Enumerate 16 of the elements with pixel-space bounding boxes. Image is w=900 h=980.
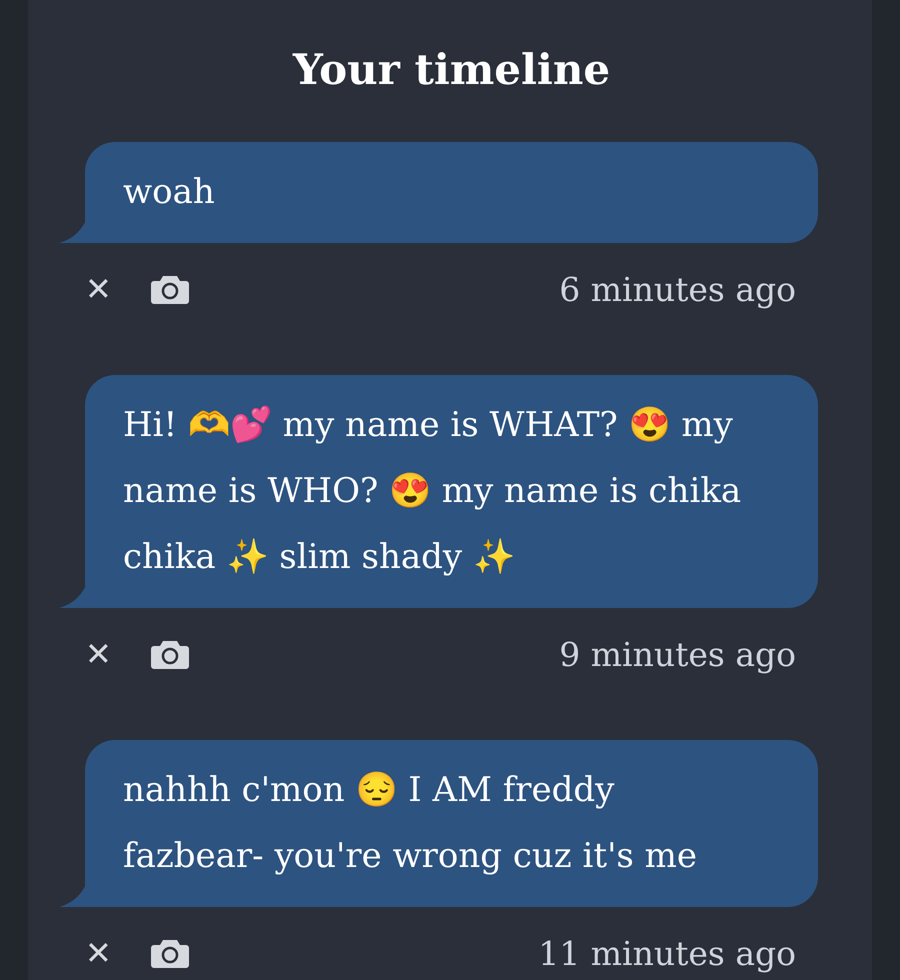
camera-button[interactable] — [150, 937, 190, 969]
message-text: Hi! 🫶💕 my name is WHAT? 😍 my name is WHO? 😍 my name is chika chika ✨ slim shady ✨ — [123, 404, 742, 579]
camera-icon — [150, 273, 190, 305]
delete-button[interactable]: ✕ — [85, 638, 112, 670]
camera-button[interactable] — [150, 638, 190, 670]
delete-button[interactable]: ✕ — [85, 273, 112, 305]
timeline-title: Your timeline — [292, 44, 612, 96]
post-time: 11 minutes ago — [538, 934, 796, 972]
post-time: 9 minutes ago — [559, 634, 796, 674]
delete-button[interactable]: ✕ — [85, 937, 112, 969]
camera-icon — [150, 638, 190, 670]
camera-icon — [150, 937, 190, 969]
message-text: nahhh c'mon 😔 I AM freddy fazbear- you're wrong cuz it's me — [123, 769, 698, 878]
message-text: woah — [123, 171, 216, 214]
camera-button[interactable] — [150, 273, 190, 305]
post-time: 6 minutes ago — [559, 270, 796, 308]
